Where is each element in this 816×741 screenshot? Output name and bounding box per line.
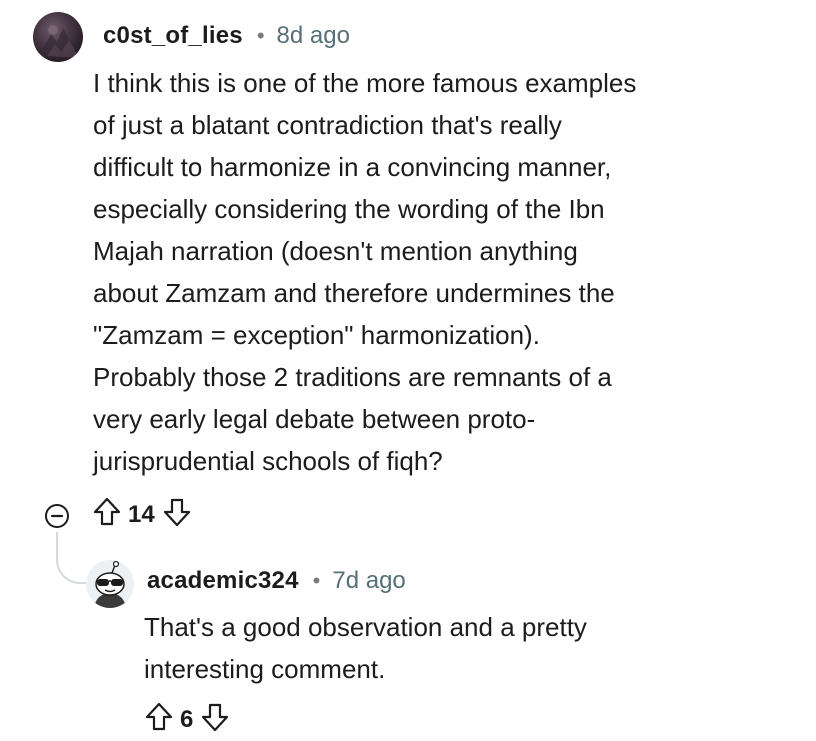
snoo-avatar-icon — [86, 560, 134, 608]
comment-body: I think this is one of the more famous e… — [93, 62, 793, 482]
avatar-artwork — [41, 25, 79, 58]
reply-username[interactable]: academic324 — [147, 567, 299, 595]
comment-body-line: especially considering the wording of th… — [93, 194, 605, 224]
comment-body-line: very early legal debate between proto- — [93, 404, 536, 434]
meta-separator: • — [256, 23, 265, 48]
downvote-arrow-icon — [202, 703, 229, 731]
comment-body-line: Majah narration (doesn't mention anythin… — [93, 236, 578, 266]
downvote-button[interactable] — [200, 701, 230, 740]
comment-body-line: I think this is one of the more famous e… — [93, 68, 637, 98]
reply-vote-bar: 6 — [144, 702, 230, 738]
comment-body-line: difficult to harmonize in a convincing m… — [93, 152, 612, 182]
thread-connector-line — [56, 532, 88, 584]
comment-body-line: "Zamzam = exception" harmonization). — [93, 320, 540, 350]
upvote-button[interactable] — [92, 496, 122, 535]
downvote-button[interactable] — [162, 496, 192, 535]
reply-body-line: That's a good observation and a pretty — [144, 612, 587, 642]
vote-count: 6 — [180, 706, 194, 733]
reply-avatar[interactable] — [86, 560, 134, 608]
reply-header: academic324 • 7d ago — [147, 565, 406, 597]
downvote-arrow-icon — [163, 498, 190, 526]
reply-body-line: interesting comment. — [144, 654, 386, 684]
collapse-thread-button[interactable] — [44, 503, 70, 529]
commenter-avatar[interactable] — [33, 12, 83, 62]
vote-count: 14 — [128, 501, 155, 528]
upvote-button[interactable] — [144, 701, 174, 740]
comment-username[interactable]: c0st_of_lies — [103, 22, 243, 50]
reply-timestamp: 7d ago — [332, 567, 406, 594]
collapse-minus-icon — [45, 504, 69, 528]
meta-separator: • — [312, 568, 321, 593]
comment-body-line: about Zamzam and therefore undermines th… — [93, 278, 615, 308]
upvote-arrow-icon — [93, 497, 121, 525]
comment-body-line: jurisprudential schools of fiqh? — [93, 446, 443, 476]
reply-body: That's a good observation and a pretty i… — [144, 606, 784, 690]
comment-vote-bar: 14 — [92, 497, 192, 533]
comment-body-line: Probably those 2 traditions are remnants… — [93, 362, 612, 392]
comment-header: c0st_of_lies • 8d ago — [103, 20, 350, 52]
upvote-arrow-icon — [145, 702, 173, 730]
comment-timestamp: 8d ago — [276, 22, 350, 49]
comment-body-line: of just a blatant contradiction that's r… — [93, 110, 562, 140]
